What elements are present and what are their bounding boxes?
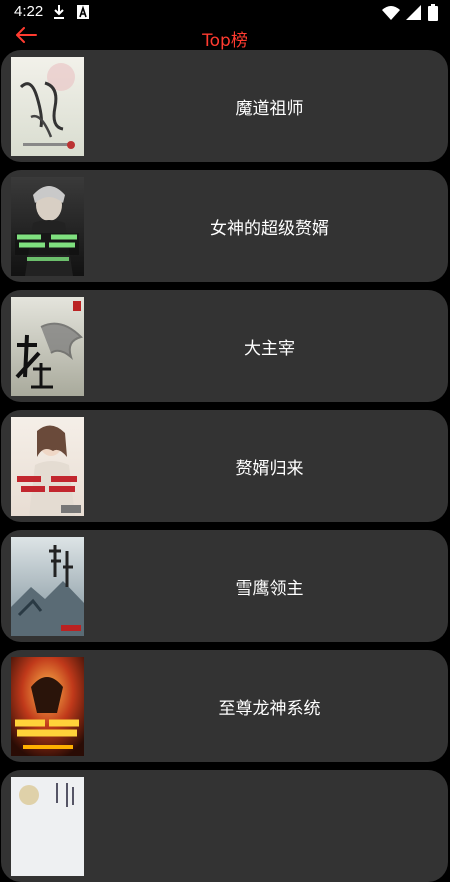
book-card[interactable]: 大主宰 xyxy=(1,290,448,402)
page-title: Top榜 xyxy=(202,31,248,51)
status-bar: 4:22 xyxy=(0,0,450,24)
book-title: 魔道祖师 xyxy=(235,98,304,119)
book-cover xyxy=(11,777,84,876)
book-title: 女神的超级赘婿 xyxy=(210,218,329,239)
book-cover xyxy=(11,297,84,396)
book-title xyxy=(91,770,448,882)
book-card[interactable]: 赘婿归来 xyxy=(1,410,448,522)
book-card[interactable]: 至尊龙神系统 xyxy=(1,650,448,762)
book-cover xyxy=(11,417,84,516)
book-card[interactable]: 女神的超级赘婿 xyxy=(1,170,448,282)
book-cover xyxy=(11,177,84,276)
signal-icon xyxy=(406,4,422,25)
book-title: 雪鹰领主 xyxy=(235,578,304,599)
book-card[interactable]: 魔道祖师 xyxy=(1,50,448,162)
book-cover xyxy=(11,537,84,636)
download-icon xyxy=(52,4,66,24)
book-cover xyxy=(11,657,84,756)
book-card[interactable] xyxy=(1,770,448,882)
book-title: 赘婿归来 xyxy=(235,458,304,479)
status-left-icons xyxy=(52,4,90,24)
notification-a-icon xyxy=(76,4,90,24)
book-title: 至尊龙神系统 xyxy=(218,698,321,719)
book-card[interactable]: 雪鹰领主 xyxy=(1,530,448,642)
status-time: 4:22 xyxy=(14,3,44,20)
status-right-icons xyxy=(382,4,438,25)
app-bar: Top榜 xyxy=(0,24,450,51)
battery-icon xyxy=(428,4,438,25)
book-cover xyxy=(11,57,84,156)
book-title: 大主宰 xyxy=(244,338,295,359)
wifi-icon xyxy=(382,5,400,25)
